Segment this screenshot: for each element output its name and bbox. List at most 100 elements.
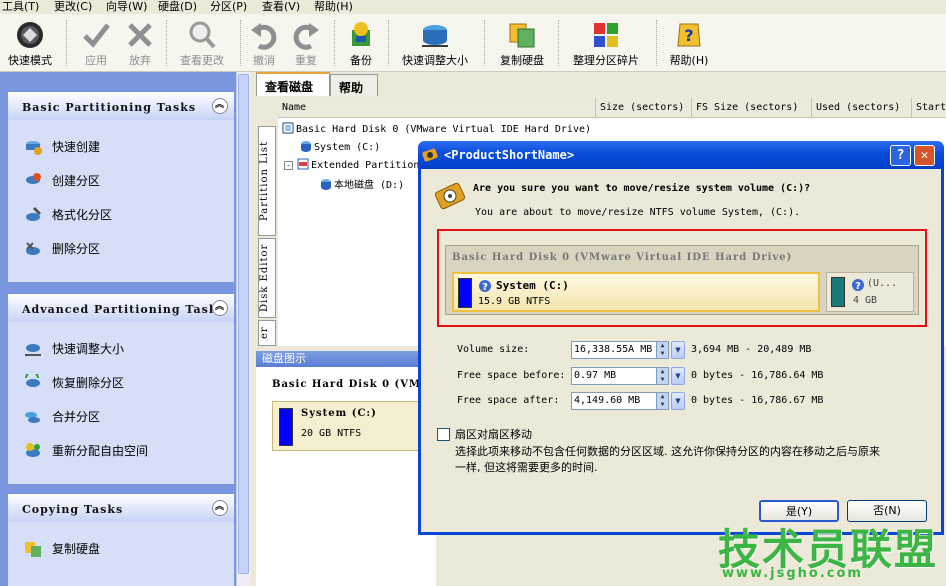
disk-map-partition[interactable]: System (C:) 20 GB NTFS — [272, 401, 422, 451]
menu-partition[interactable]: 分区(P) — [210, 0, 247, 14]
apply-button[interactable]: 应用 — [76, 16, 116, 70]
defrag-button[interactable]: 整理分区碎片 — [566, 16, 646, 70]
tab-partition-list[interactable]: Partition List — [258, 126, 276, 236]
preview-system-partition[interactable]: ? System (C:) 15.9 GB NTFS — [452, 272, 820, 312]
svg-text:?: ? — [855, 281, 861, 292]
task-panel-scrollbar[interactable] — [236, 72, 250, 586]
task-delete-partition[interactable]: 删除分区 — [8, 232, 234, 266]
spinner-buttons[interactable]: ▲ ▼ — [656, 393, 668, 409]
menu-tools[interactable]: 工具(T) — [2, 0, 39, 14]
partition-preview: Basic Hard Disk 0 (VMware Virtual IDE Ha… — [445, 245, 919, 315]
spinner-buttons[interactable]: ▲ ▼ — [656, 368, 668, 384]
copying-tasks-header[interactable]: Copying Tasks ︽ — [8, 494, 234, 522]
tab-disk-editor[interactable]: Disk Editor — [258, 238, 276, 318]
menu-help[interactable]: 帮助(H) — [314, 0, 353, 14]
volume-icon — [321, 179, 331, 190]
copy-disk-button[interactable]: 复制硬盘 — [494, 16, 550, 70]
backup-button[interactable]: 备份 — [342, 16, 380, 70]
undo-icon — [251, 23, 277, 50]
x-icon — [128, 23, 152, 47]
task-create-partition[interactable]: 创建分区 — [8, 164, 234, 198]
resize-dialog: <ProductShortName> ? ✕ Are you sure you … — [418, 141, 944, 535]
volume-size-unit-dropdown[interactable]: ▼ — [671, 341, 685, 359]
free-before-range: 0 bytes - 16,786.64 MB — [691, 370, 824, 381]
task-quick-resize[interactable]: 快速调整大小 — [8, 332, 234, 366]
tab-partial[interactable]: er — [258, 320, 276, 346]
scrollbar-thumb[interactable] — [238, 74, 249, 574]
quick-resize-button[interactable]: 快速调整大小 — [396, 16, 474, 70]
redo-button[interactable]: 重复 — [288, 16, 324, 70]
copy-disk-icon — [509, 23, 535, 48]
dialog-question: Are you sure you want to move/resize sys… — [473, 183, 811, 194]
main-tabs: 查看磁盘 帮助 — [256, 72, 946, 96]
delete-partition-icon — [26, 242, 40, 255]
menu-view[interactable]: 查看(V) — [262, 0, 300, 14]
free-after-input[interactable]: 4,149.60 MB ▲ ▼ — [571, 392, 669, 410]
collapse-chevron-icon[interactable]: ︽ — [212, 500, 228, 516]
free-before-label: Free space before: — [457, 370, 566, 381]
task-copy-disk[interactable]: 复制硬盘 — [8, 532, 234, 566]
watermark-url: www.jsgho.com — [722, 566, 863, 581]
quick-mode-button[interactable]: 快速模式 — [2, 16, 58, 70]
task-merge-partition[interactable]: 合并分区 — [8, 400, 234, 434]
free-after-unit-dropdown[interactable]: ▼ — [671, 392, 685, 410]
free-after-label: Free space after: — [457, 395, 560, 406]
disk-map-partition-size: 20 GB NTFS — [301, 428, 362, 439]
menu-disk[interactable]: 硬盘(D) — [158, 0, 197, 14]
menu-wizard[interactable]: 向导(W) — [106, 0, 147, 14]
tree-local-row[interactable]: 本地磁盘 (D:) — [320, 176, 404, 191]
sector-move-checkbox[interactable] — [437, 428, 450, 441]
column-name[interactable]: Name — [278, 98, 596, 118]
spinner-buttons[interactable]: ▲ ▼ — [656, 342, 668, 358]
task-panel: Basic Partitioning Tasks ︽ 快速创建 创建分区 格式化分… — [0, 72, 250, 586]
preview-unallocated-name: (U... — [867, 278, 898, 289]
recover-partition-icon — [25, 374, 40, 387]
task-quick-create[interactable]: 快速创建 — [8, 130, 234, 164]
column-fs-size[interactable]: FS Size (sectors) — [692, 98, 812, 118]
tree-system-row[interactable]: System (C:) — [300, 140, 380, 153]
help-title-button[interactable]: ? — [890, 145, 911, 166]
question-icon: ? — [479, 280, 491, 293]
view-changes-button[interactable]: 查看更改 — [174, 16, 230, 70]
column-size[interactable]: Size (sectors) — [596, 98, 692, 118]
dialog-titlebar[interactable]: <ProductShortName> ? ✕ — [418, 141, 944, 169]
collapse-chevron-icon[interactable]: ︽ — [212, 98, 228, 114]
svg-text:?: ? — [684, 26, 693, 45]
preview-unallocated-size: 4 GB — [853, 295, 878, 306]
question-icon: ? — [852, 279, 864, 292]
disk-map-panel: Basic Hard Disk 0 (VMware Virtual IDE Ha… — [256, 367, 611, 586]
menu-changes[interactable]: 更改(C) — [54, 0, 92, 14]
collapse-chevron-icon[interactable]: ︽ — [212, 300, 228, 316]
task-redistribute-space[interactable]: 重新分配自由空间 — [8, 434, 234, 468]
basic-tasks-header[interactable]: Basic Partitioning Tasks ︽ — [8, 92, 234, 120]
tab-view-disk[interactable]: 查看磁盘 — [256, 72, 330, 96]
advanced-tasks-group: Advanced Partitioning Tasks ︽ 快速调整大小 恢复删除… — [8, 294, 234, 484]
free-before-input[interactable]: 0.97 MB ▲ ▼ — [571, 367, 669, 385]
tree-extended-row[interactable]: - Extended Partition — [284, 158, 419, 171]
basic-tasks-group: Basic Partitioning Tasks ︽ 快速创建 创建分区 格式化分… — [8, 92, 234, 282]
free-before-unit-dropdown[interactable]: ▼ — [671, 367, 685, 385]
tab-help[interactable]: 帮助 — [330, 74, 378, 96]
close-button[interactable]: ✕ — [914, 145, 935, 166]
task-format-partition[interactable]: 格式化分区 — [8, 198, 234, 232]
preview-unallocated-partition[interactable]: ? (U... 4 GB — [826, 272, 914, 312]
disk-map-partition-name: System (C:) — [301, 408, 377, 419]
undo-button[interactable]: 撤消 — [246, 16, 282, 70]
help-button[interactable]: ? 帮助(H) — [664, 16, 714, 70]
task-recover-partition[interactable]: 恢复删除分区 — [8, 366, 234, 400]
sector-move-label[interactable]: 扇区对扇区移动 — [455, 426, 532, 442]
preview-system-name: System (C:) — [496, 279, 569, 292]
copying-tasks-group: Copying Tasks ︽ 复制硬盘 — [8, 494, 234, 586]
tree-disk-row[interactable]: Basic Hard Disk 0 (VMware Virtual IDE Ha… — [282, 122, 591, 135]
disk-map-title: 磁盘图示 — [256, 351, 436, 367]
column-start[interactable]: Start — [912, 98, 946, 118]
svg-text:?: ? — [482, 282, 488, 293]
preview-disk-label: Basic Hard Disk 0 (VMware Virtual IDE Ha… — [452, 252, 793, 263]
collapse-toggle-icon[interactable]: - — [284, 161, 293, 170]
volume-size-input[interactable]: 16,338.55A MB ▲ ▼ — [571, 341, 669, 359]
copy-disk-icon — [25, 542, 41, 557]
volume-size-label: Volume size: — [457, 344, 530, 355]
discard-button[interactable]: 放弃 — [120, 16, 160, 70]
advanced-tasks-header[interactable]: Advanced Partitioning Tasks ︽ — [8, 294, 234, 322]
column-used[interactable]: Used (sectors) — [812, 98, 912, 118]
